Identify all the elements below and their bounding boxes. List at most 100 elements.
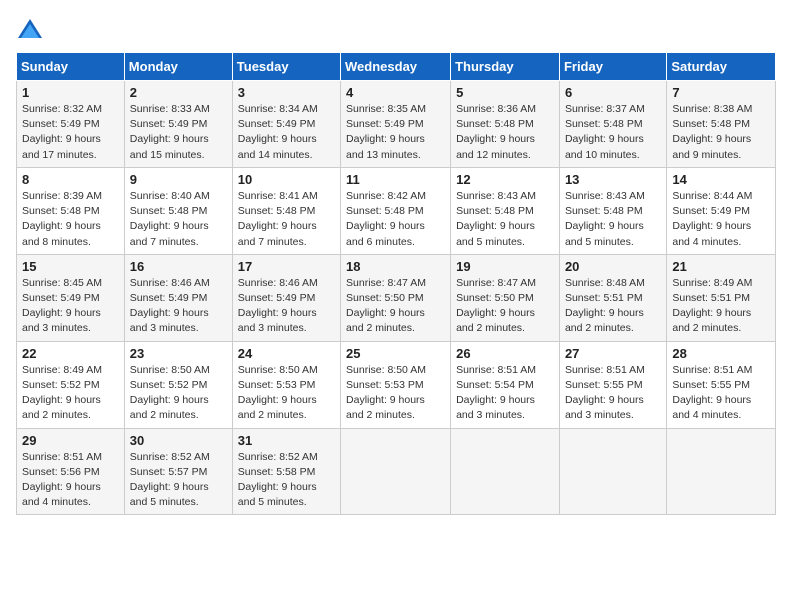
calendar-week-row: 22 Sunrise: 8:49 AMSunset: 5:52 PMDaylig…	[17, 341, 776, 428]
calendar-cell: 3 Sunrise: 8:34 AMSunset: 5:49 PMDayligh…	[232, 81, 340, 168]
day-info: Sunrise: 8:47 AMSunset: 5:50 PMDaylight:…	[346, 277, 426, 335]
day-number: 1	[22, 85, 119, 100]
calendar-week-row: 8 Sunrise: 8:39 AMSunset: 5:48 PMDayligh…	[17, 167, 776, 254]
day-info: Sunrise: 8:34 AMSunset: 5:49 PMDaylight:…	[238, 103, 318, 161]
day-number: 17	[238, 259, 335, 274]
calendar-cell: 5 Sunrise: 8:36 AMSunset: 5:48 PMDayligh…	[451, 81, 560, 168]
day-number: 19	[456, 259, 554, 274]
day-info: Sunrise: 8:36 AMSunset: 5:48 PMDaylight:…	[456, 103, 536, 161]
day-number: 7	[672, 85, 770, 100]
day-number: 29	[22, 433, 119, 448]
calendar-cell: 9 Sunrise: 8:40 AMSunset: 5:48 PMDayligh…	[124, 167, 232, 254]
calendar-cell: 20 Sunrise: 8:48 AMSunset: 5:51 PMDaylig…	[559, 254, 666, 341]
calendar-cell: 2 Sunrise: 8:33 AMSunset: 5:49 PMDayligh…	[124, 81, 232, 168]
weekday-header-wednesday: Wednesday	[341, 53, 451, 81]
day-number: 16	[130, 259, 227, 274]
day-info: Sunrise: 8:47 AMSunset: 5:50 PMDaylight:…	[456, 277, 536, 335]
day-info: Sunrise: 8:49 AMSunset: 5:52 PMDaylight:…	[22, 364, 102, 422]
day-info: Sunrise: 8:32 AMSunset: 5:49 PMDaylight:…	[22, 103, 102, 161]
calendar-cell: 31 Sunrise: 8:52 AMSunset: 5:58 PMDaylig…	[232, 428, 340, 515]
day-number: 21	[672, 259, 770, 274]
day-info: Sunrise: 8:51 AMSunset: 5:55 PMDaylight:…	[672, 364, 752, 422]
day-info: Sunrise: 8:44 AMSunset: 5:49 PMDaylight:…	[672, 190, 752, 248]
day-number: 5	[456, 85, 554, 100]
day-info: Sunrise: 8:37 AMSunset: 5:48 PMDaylight:…	[565, 103, 645, 161]
weekday-header-row: SundayMondayTuesdayWednesdayThursdayFrid…	[17, 53, 776, 81]
day-number: 12	[456, 172, 554, 187]
day-info: Sunrise: 8:46 AMSunset: 5:49 PMDaylight:…	[238, 277, 318, 335]
logo	[16, 16, 48, 44]
day-number: 25	[346, 346, 445, 361]
logo-icon	[16, 16, 44, 44]
day-info: Sunrise: 8:42 AMSunset: 5:48 PMDaylight:…	[346, 190, 426, 248]
day-number: 8	[22, 172, 119, 187]
calendar-cell: 14 Sunrise: 8:44 AMSunset: 5:49 PMDaylig…	[667, 167, 776, 254]
calendar-cell	[341, 428, 451, 515]
calendar-cell: 1 Sunrise: 8:32 AMSunset: 5:49 PMDayligh…	[17, 81, 125, 168]
day-number: 3	[238, 85, 335, 100]
day-number: 20	[565, 259, 661, 274]
calendar-cell	[559, 428, 666, 515]
calendar-cell: 25 Sunrise: 8:50 AMSunset: 5:53 PMDaylig…	[341, 341, 451, 428]
day-number: 18	[346, 259, 445, 274]
day-number: 9	[130, 172, 227, 187]
day-info: Sunrise: 8:41 AMSunset: 5:48 PMDaylight:…	[238, 190, 318, 248]
day-info: Sunrise: 8:50 AMSunset: 5:53 PMDaylight:…	[238, 364, 318, 422]
day-info: Sunrise: 8:46 AMSunset: 5:49 PMDaylight:…	[130, 277, 210, 335]
day-number: 11	[346, 172, 445, 187]
weekday-header-thursday: Thursday	[451, 53, 560, 81]
calendar-cell: 22 Sunrise: 8:49 AMSunset: 5:52 PMDaylig…	[17, 341, 125, 428]
calendar-cell: 12 Sunrise: 8:43 AMSunset: 5:48 PMDaylig…	[451, 167, 560, 254]
page-header	[16, 16, 776, 44]
day-info: Sunrise: 8:52 AMSunset: 5:58 PMDaylight:…	[238, 451, 318, 509]
calendar-cell: 6 Sunrise: 8:37 AMSunset: 5:48 PMDayligh…	[559, 81, 666, 168]
day-number: 31	[238, 433, 335, 448]
day-info: Sunrise: 8:35 AMSunset: 5:49 PMDaylight:…	[346, 103, 426, 161]
day-number: 4	[346, 85, 445, 100]
calendar-cell: 27 Sunrise: 8:51 AMSunset: 5:55 PMDaylig…	[559, 341, 666, 428]
calendar-cell	[667, 428, 776, 515]
day-number: 10	[238, 172, 335, 187]
day-number: 6	[565, 85, 661, 100]
calendar-week-row: 15 Sunrise: 8:45 AMSunset: 5:49 PMDaylig…	[17, 254, 776, 341]
calendar-cell: 7 Sunrise: 8:38 AMSunset: 5:48 PMDayligh…	[667, 81, 776, 168]
day-info: Sunrise: 8:45 AMSunset: 5:49 PMDaylight:…	[22, 277, 102, 335]
calendar-cell: 16 Sunrise: 8:46 AMSunset: 5:49 PMDaylig…	[124, 254, 232, 341]
weekday-header-friday: Friday	[559, 53, 666, 81]
day-info: Sunrise: 8:49 AMSunset: 5:51 PMDaylight:…	[672, 277, 752, 335]
day-info: Sunrise: 8:50 AMSunset: 5:53 PMDaylight:…	[346, 364, 426, 422]
weekday-header-sunday: Sunday	[17, 53, 125, 81]
calendar-cell: 24 Sunrise: 8:50 AMSunset: 5:53 PMDaylig…	[232, 341, 340, 428]
weekday-header-saturday: Saturday	[667, 53, 776, 81]
day-number: 24	[238, 346, 335, 361]
calendar-cell: 13 Sunrise: 8:43 AMSunset: 5:48 PMDaylig…	[559, 167, 666, 254]
calendar-cell: 28 Sunrise: 8:51 AMSunset: 5:55 PMDaylig…	[667, 341, 776, 428]
calendar-cell: 26 Sunrise: 8:51 AMSunset: 5:54 PMDaylig…	[451, 341, 560, 428]
calendar-cell: 30 Sunrise: 8:52 AMSunset: 5:57 PMDaylig…	[124, 428, 232, 515]
calendar-cell: 21 Sunrise: 8:49 AMSunset: 5:51 PMDaylig…	[667, 254, 776, 341]
day-number: 26	[456, 346, 554, 361]
calendar-cell	[451, 428, 560, 515]
calendar-cell: 11 Sunrise: 8:42 AMSunset: 5:48 PMDaylig…	[341, 167, 451, 254]
calendar-table: SundayMondayTuesdayWednesdayThursdayFrid…	[16, 52, 776, 515]
day-number: 2	[130, 85, 227, 100]
day-number: 13	[565, 172, 661, 187]
weekday-header-monday: Monday	[124, 53, 232, 81]
day-number: 28	[672, 346, 770, 361]
calendar-cell: 4 Sunrise: 8:35 AMSunset: 5:49 PMDayligh…	[341, 81, 451, 168]
day-info: Sunrise: 8:51 AMSunset: 5:56 PMDaylight:…	[22, 451, 102, 509]
calendar-cell: 23 Sunrise: 8:50 AMSunset: 5:52 PMDaylig…	[124, 341, 232, 428]
weekday-header-tuesday: Tuesday	[232, 53, 340, 81]
calendar-cell: 10 Sunrise: 8:41 AMSunset: 5:48 PMDaylig…	[232, 167, 340, 254]
day-info: Sunrise: 8:51 AMSunset: 5:54 PMDaylight:…	[456, 364, 536, 422]
day-info: Sunrise: 8:43 AMSunset: 5:48 PMDaylight:…	[456, 190, 536, 248]
day-info: Sunrise: 8:51 AMSunset: 5:55 PMDaylight:…	[565, 364, 645, 422]
day-number: 15	[22, 259, 119, 274]
calendar-cell: 17 Sunrise: 8:46 AMSunset: 5:49 PMDaylig…	[232, 254, 340, 341]
day-info: Sunrise: 8:48 AMSunset: 5:51 PMDaylight:…	[565, 277, 645, 335]
day-number: 23	[130, 346, 227, 361]
day-info: Sunrise: 8:38 AMSunset: 5:48 PMDaylight:…	[672, 103, 752, 161]
calendar-cell: 19 Sunrise: 8:47 AMSunset: 5:50 PMDaylig…	[451, 254, 560, 341]
day-number: 14	[672, 172, 770, 187]
calendar-cell: 15 Sunrise: 8:45 AMSunset: 5:49 PMDaylig…	[17, 254, 125, 341]
